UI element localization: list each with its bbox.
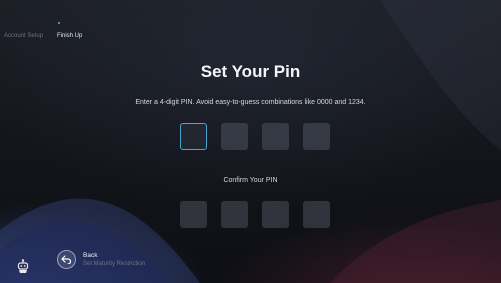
back-sublabel: Set Maturity Restriction	[83, 261, 146, 267]
back-button[interactable]	[57, 250, 76, 269]
confirm-pin-label: Confirm Your PIN	[223, 177, 278, 184]
confirm-digit-1[interactable]	[180, 201, 207, 228]
back-arrow-icon	[61, 255, 72, 264]
page-title: Set Your Pin	[200, 62, 301, 81]
confirm-digit-4[interactable]	[303, 201, 330, 228]
pin-digit-1[interactable]	[180, 123, 207, 150]
pin-digit-4[interactable]	[303, 123, 330, 150]
step-current: Finish Up	[57, 33, 83, 39]
confirm-digit-2[interactable]	[221, 201, 248, 228]
confirm-digit-3[interactable]	[262, 201, 289, 228]
pin-digit-2[interactable]	[221, 123, 248, 150]
pin-digit-3[interactable]	[262, 123, 289, 150]
step-previous: Account Setup	[4, 33, 44, 39]
page-subtitle: Enter a 4-digit PIN. Avoid easy-to-guess…	[135, 99, 366, 106]
pin-confirm-row	[180, 201, 330, 228]
mascot-icon	[17, 259, 29, 273]
pin-entry-row	[180, 123, 330, 150]
back-text: Back Set Maturity Restriction	[83, 252, 145, 268]
back-label: Back	[83, 252, 98, 259]
pin-setup-screen: Account Setup Finish Up Set Your Pin Ent…	[0, 0, 501, 283]
step-indicator-dot	[58, 22, 60, 24]
